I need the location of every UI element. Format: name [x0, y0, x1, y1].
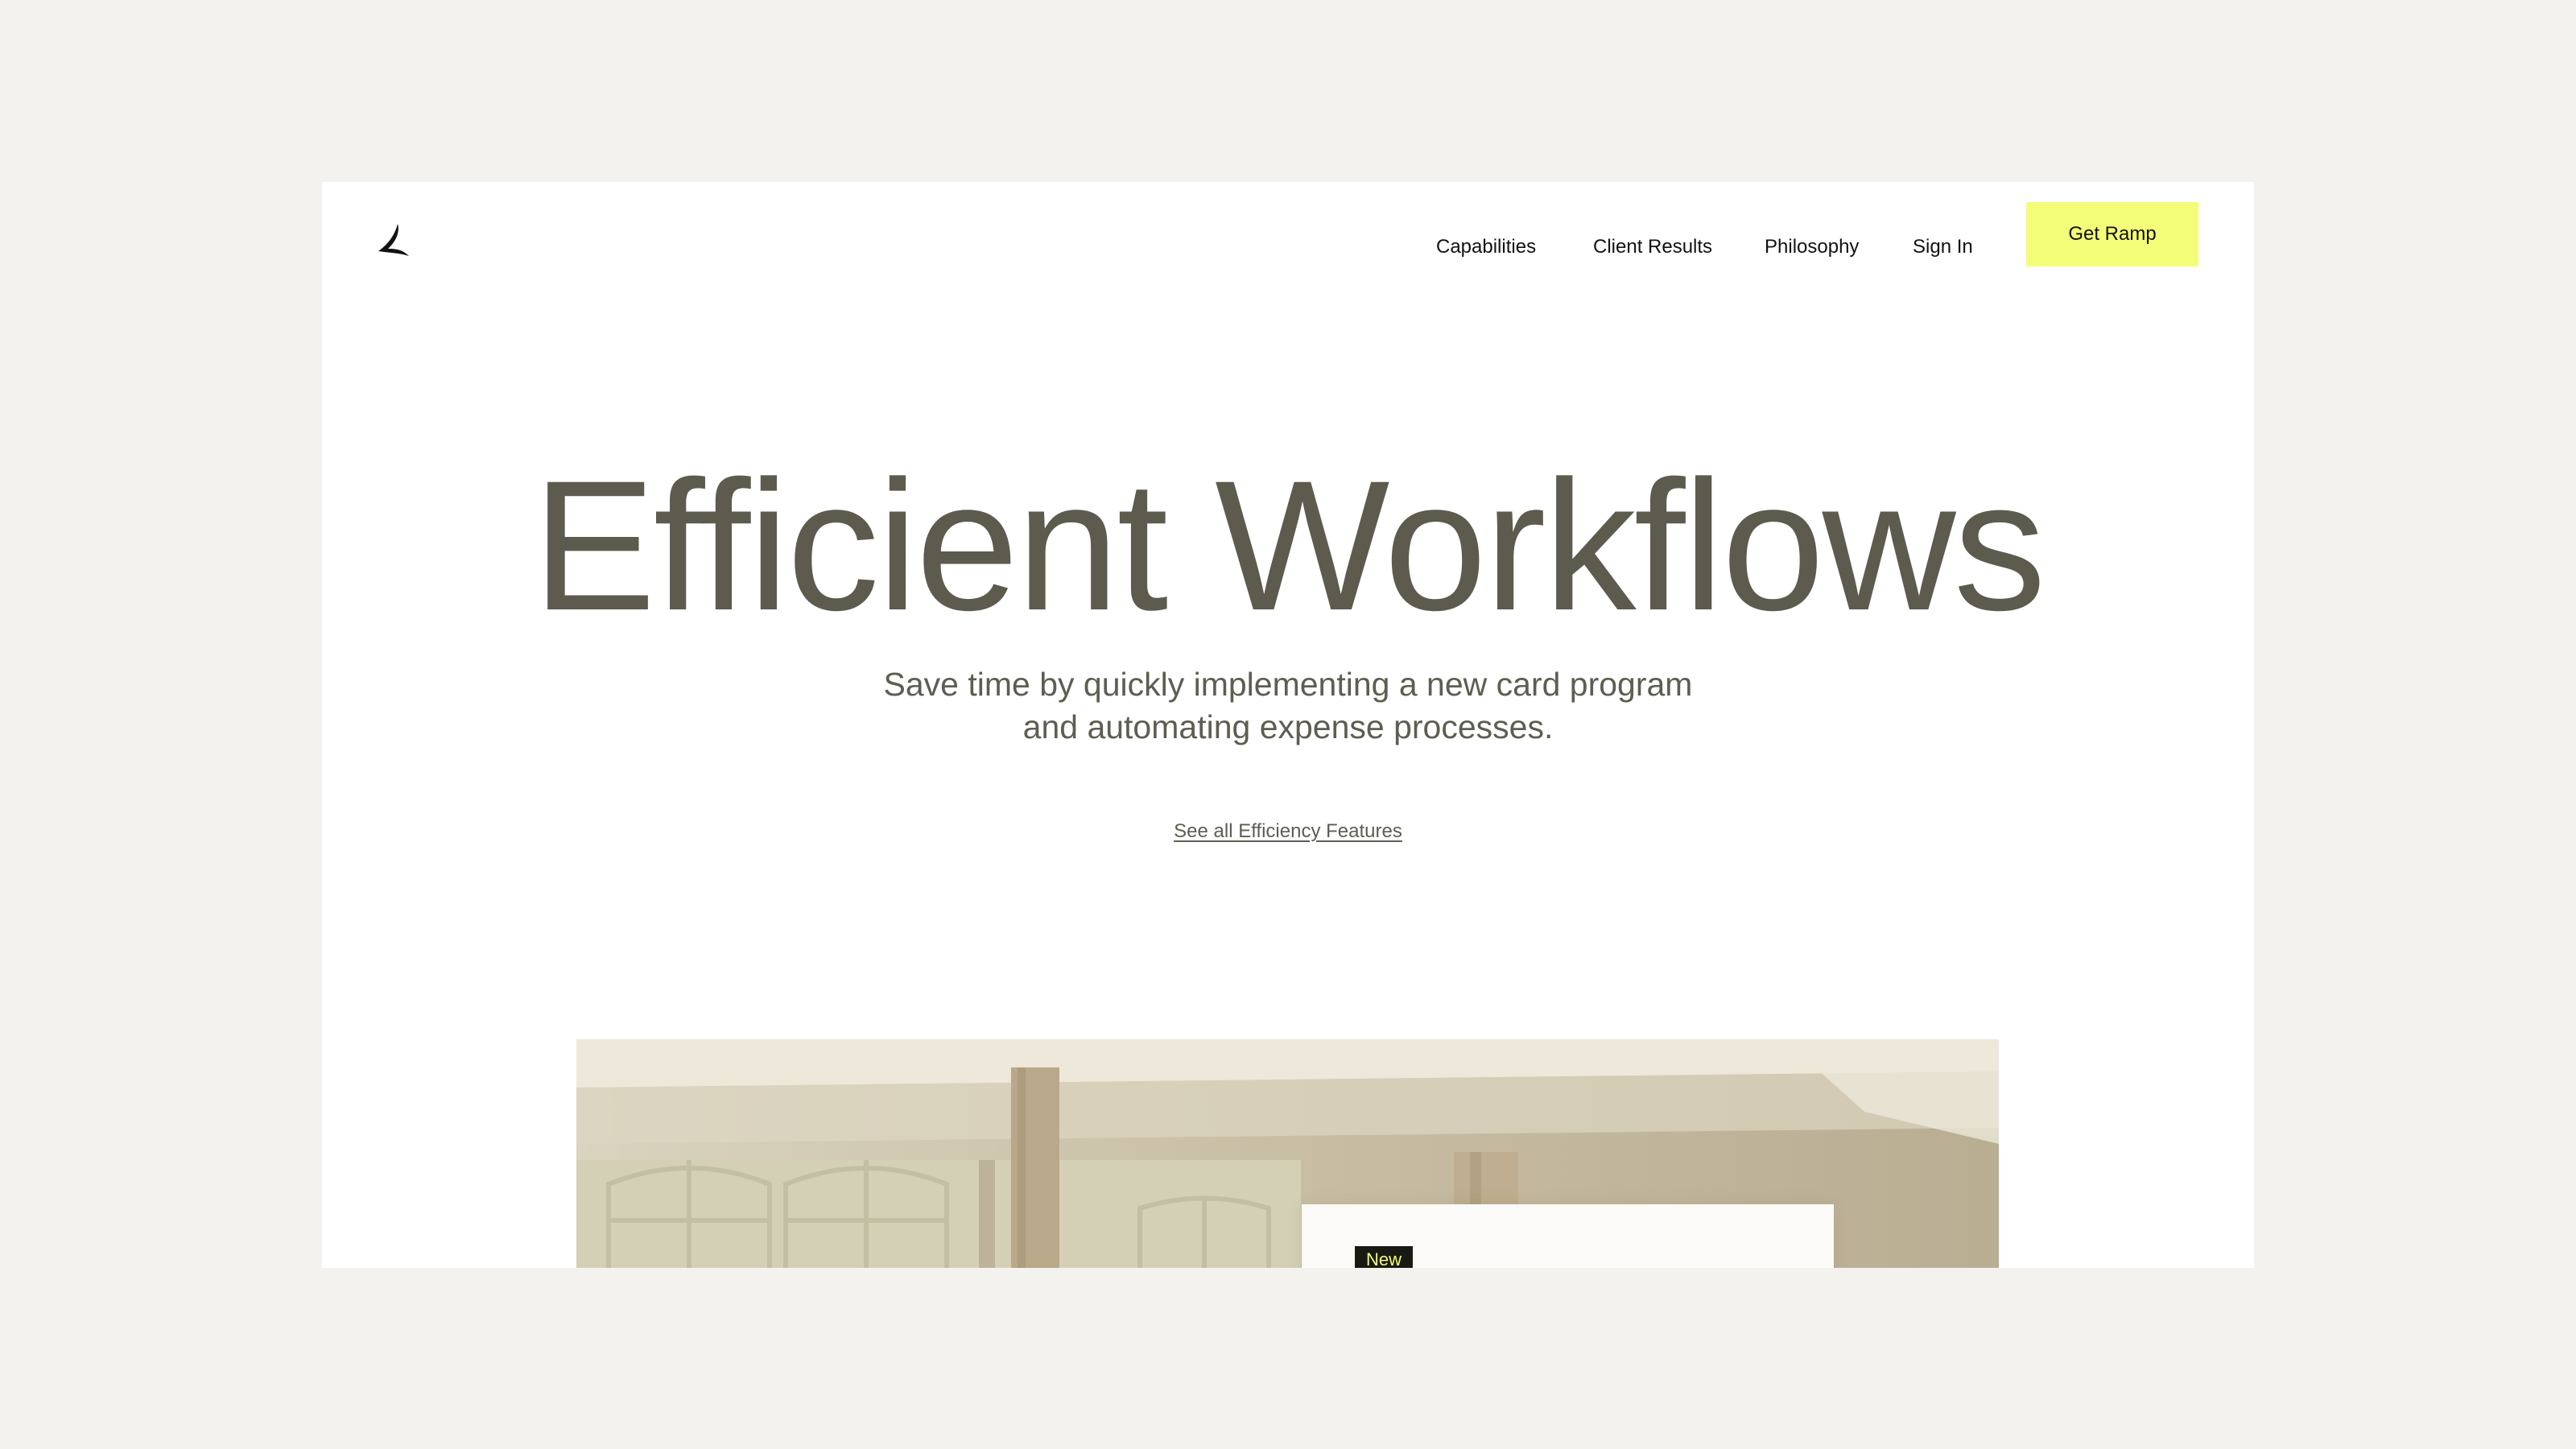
get-ramp-button[interactable]: Get Ramp: [2026, 202, 2198, 266]
hero-subtitle-line-2: and automating expense processes.: [1022, 708, 1554, 745]
nav-link-sign-in[interactable]: Sign In: [1913, 233, 1973, 261]
nav-link-client-results[interactable]: Client Results: [1593, 233, 1712, 261]
hero-title: Efficient Workflows: [532, 442, 2046, 649]
feature-card[interactable]: New: [1302, 1204, 1834, 1268]
features-link-wrapper: See all Efficiency Features: [322, 818, 2254, 845]
nav-link-philosophy[interactable]: Philosophy: [1765, 233, 1859, 261]
new-badge: New: [1355, 1246, 1414, 1268]
hero-subtitle: Save time by quickly implementing a new …: [322, 663, 2254, 749]
see-efficiency-features-link[interactable]: See all Efficiency Features: [1174, 820, 1402, 842]
hero-subtitle-line-1: Save time by quickly implementing a new …: [883, 666, 1693, 703]
top-navigation: Capabilities Client Results Philosophy S…: [322, 233, 2254, 261]
nav-link-capabilities[interactable]: Capabilities: [1436, 233, 1536, 261]
page-frame: Capabilities Client Results Philosophy S…: [322, 182, 2254, 1268]
